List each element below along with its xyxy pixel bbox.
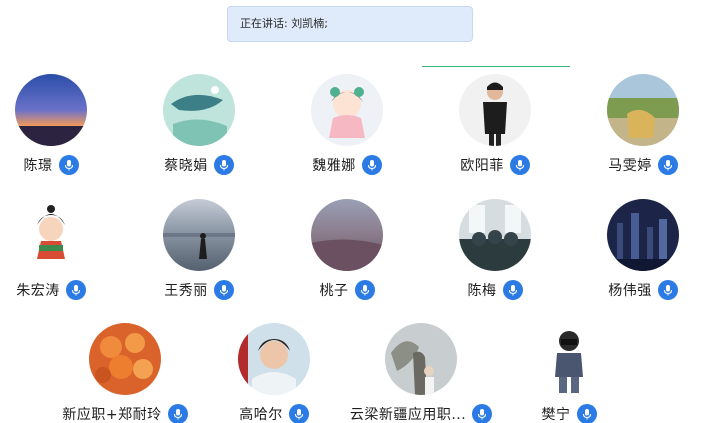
participant-name-line: 马雯婷: [578, 154, 701, 176]
participant-tile[interactable]: 陈璟: [0, 74, 116, 178]
avatar: [385, 323, 457, 395]
participant-tile[interactable]: 樊宁: [504, 323, 634, 423]
microphone-icon[interactable]: [576, 404, 597, 423]
avatar: [533, 323, 605, 395]
participant-tile[interactable]: 魏雅娜: [282, 74, 412, 178]
participant-name: 高哈尔: [239, 407, 283, 423]
microphone-icon[interactable]: [657, 155, 678, 175]
microphone-icon[interactable]: [65, 280, 86, 300]
participant-name-line: 朱宏涛: [0, 279, 116, 301]
participant-name-line: 新应职+郑耐玲: [60, 403, 190, 423]
participant-tile[interactable]: 桃子: [282, 199, 412, 303]
participant-tile[interactable]: 陈梅: [430, 199, 560, 303]
microphone-icon[interactable]: [167, 404, 188, 423]
microphone-icon[interactable]: [288, 404, 309, 423]
participant-tile[interactable]: 蔡晓娟: [134, 74, 264, 178]
participant-name: 桃子: [319, 283, 349, 299]
participant-name-line: 魏雅娜: [282, 154, 412, 176]
participant-tile[interactable]: 王秀丽: [134, 199, 264, 303]
microphone-icon[interactable]: [213, 280, 234, 300]
avatar: [311, 74, 383, 146]
participant-name: 云梁新疆应用职...: [349, 407, 467, 423]
participant-name-line: 陈璟: [0, 154, 116, 176]
avatar: [238, 323, 310, 395]
participant-name: 陈璟: [23, 158, 53, 174]
avatar: [89, 323, 161, 395]
participant-name: 蔡晓娟: [164, 158, 208, 174]
participant-name-line: 欧阳菲: [430, 154, 560, 176]
avatar: [607, 199, 679, 271]
participant-tile[interactable]: 欧阳菲: [430, 74, 560, 178]
participant-name: 魏雅娜: [312, 158, 356, 174]
avatar: [311, 199, 383, 271]
avatar: [607, 74, 679, 146]
participant-name-line: 蔡晓娟: [134, 154, 264, 176]
microphone-icon[interactable]: [213, 155, 234, 175]
avatar: [459, 74, 531, 146]
participant-name: 朱宏涛: [16, 283, 60, 299]
microphone-icon[interactable]: [657, 280, 678, 300]
microphone-icon[interactable]: [361, 155, 382, 175]
participant-name: 新应职+郑耐玲: [62, 407, 162, 423]
microphone-icon[interactable]: [58, 155, 79, 175]
speaking-name: 刘凯楠;: [291, 17, 328, 30]
speaking-label: 正在讲话:: [240, 17, 292, 30]
participant-name: 陈梅: [467, 283, 497, 299]
participant-tile[interactable]: 马雯婷: [578, 74, 701, 178]
participant-tile[interactable]: 云梁新疆应用职...: [350, 323, 493, 423]
speaking-banner: 正在讲话: 刘凯楠;: [227, 6, 473, 42]
avatar: [15, 74, 87, 146]
participant-name-line: 桃子: [282, 279, 412, 301]
participant-name-line: 樊宁: [504, 403, 634, 423]
microphone-icon[interactable]: [354, 280, 375, 300]
meeting-participants-panel: 正在讲话: 刘凯楠; 陈璟 蔡晓娟 魏雅娜 欧阳菲 马雯婷 朱宏涛 王秀丽 桃子…: [0, 0, 701, 423]
avatar: [163, 74, 235, 146]
microphone-icon[interactable]: [509, 155, 530, 175]
participant-name-line: 杨伟强: [578, 279, 701, 301]
participant-name-line: 云梁新疆应用职...: [350, 403, 493, 423]
participant-tile[interactable]: 新应职+郑耐玲: [60, 323, 190, 423]
participant-name: 樊宁: [541, 407, 571, 423]
microphone-icon[interactable]: [472, 404, 493, 423]
avatar: [163, 199, 235, 271]
participant-name-line: 高哈尔: [209, 403, 339, 423]
participant-name-line: 王秀丽: [134, 279, 264, 301]
participant-tile[interactable]: 朱宏涛: [0, 199, 116, 303]
participant-name: 杨伟强: [608, 283, 652, 299]
participant-name: 王秀丽: [164, 283, 208, 299]
avatar: [459, 199, 531, 271]
participant-tile[interactable]: 高哈尔: [209, 323, 339, 423]
avatar: [15, 199, 87, 271]
participant-name: 欧阳菲: [460, 158, 504, 174]
participant-name: 马雯婷: [608, 158, 652, 174]
participant-name-line: 陈梅: [430, 279, 560, 301]
participant-tile[interactable]: 杨伟强: [578, 199, 701, 303]
active-tab-divider: [422, 66, 570, 67]
microphone-icon[interactable]: [502, 280, 523, 300]
